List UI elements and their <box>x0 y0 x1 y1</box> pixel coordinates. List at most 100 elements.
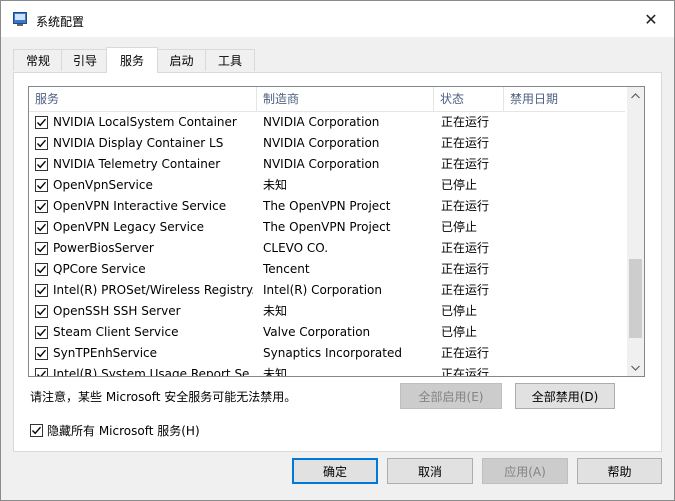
service-checkbox[interactable] <box>35 368 48 376</box>
title-bar: 系统配置 ✕ <box>1 1 674 37</box>
service-status: 正在运行 <box>441 241 490 255</box>
service-checkbox[interactable] <box>35 263 48 276</box>
hide-ms-checkbox[interactable] <box>30 423 43 437</box>
service-checkbox[interactable] <box>35 158 48 171</box>
tab-services[interactable]: 服务 <box>106 47 158 73</box>
service-row[interactable]: PowerBiosServer CLEVO CO. 正在运行 <box>29 238 625 259</box>
tab-general[interactable]: 常规 <box>13 49 63 71</box>
service-disable-date <box>510 112 620 133</box>
service-vendor: 未知 <box>263 367 288 377</box>
service-status: 正在运行 <box>441 157 490 171</box>
services-panel: 服务 制造商 状态 禁用日期 NVIDIA LocalSystem Contai… <box>13 72 662 452</box>
service-checkbox[interactable] <box>35 200 48 213</box>
service-checkbox[interactable] <box>35 347 48 360</box>
disable-all-button[interactable]: 全部禁用(D) <box>515 383 615 409</box>
service-checkbox[interactable] <box>35 284 48 297</box>
service-row[interactable]: Steam Client Service Valve Corporation 已停止 <box>29 322 625 343</box>
checkmark-icon <box>36 244 47 253</box>
service-name: NVIDIA LocalSystem Container <box>53 115 237 129</box>
service-status: 正在运行 <box>441 367 490 377</box>
column-header-status[interactable]: 状态 <box>434 87 504 111</box>
service-row[interactable]: SynTPEnhService Synaptics Incorporated 正在运… <box>29 343 625 364</box>
service-name: OpenVPN Interactive Service <box>53 199 227 213</box>
service-row[interactable]: NVIDIA Display Container LS NVIDIA Corpor… <box>29 133 625 154</box>
service-disable-date <box>510 133 620 154</box>
service-name: OpenVPN Legacy Service <box>53 220 204 234</box>
close-button[interactable]: ✕ <box>628 1 674 37</box>
service-vendor: CLEVO CO. <box>263 241 329 255</box>
checkmark-icon <box>36 349 47 358</box>
service-name: NVIDIA Telemetry Container <box>53 157 221 171</box>
hide-ms-label: 隐藏所有 Microsoft 服务(H) <box>47 423 200 438</box>
services-list[interactable]: 服务 制造商 状态 禁用日期 NVIDIA LocalSystem Contai… <box>28 86 645 377</box>
service-checkbox[interactable] <box>35 137 48 150</box>
service-disable-date <box>510 322 620 343</box>
apply-button[interactable]: 应用(A) <box>482 458 568 484</box>
service-disable-date <box>510 154 620 175</box>
checkmark-icon <box>36 370 47 376</box>
help-button[interactable]: 帮助 <box>577 458 662 484</box>
service-vendor: Valve Corporation <box>263 325 371 339</box>
service-status: 正在运行 <box>441 346 490 360</box>
service-vendor: Tencent <box>263 262 310 276</box>
checkmark-icon <box>36 328 47 337</box>
service-status: 正在运行 <box>441 199 490 213</box>
chevron-up-icon[interactable] <box>627 87 644 104</box>
service-name: PowerBiosServer <box>53 241 154 255</box>
service-checkbox[interactable] <box>35 305 48 318</box>
service-checkbox[interactable] <box>35 116 48 129</box>
service-row[interactable]: OpenVPN Legacy Service The OpenVPN Projec… <box>29 217 625 238</box>
checkmark-icon <box>36 202 47 211</box>
checkmark-icon <box>36 118 47 127</box>
service-name: OpenVpnService <box>53 178 153 192</box>
service-row[interactable]: OpenVpnService 未知 已停止 <box>29 175 625 196</box>
service-disable-date <box>510 259 620 280</box>
column-header-service[interactable]: 服务 <box>29 87 257 111</box>
service-checkbox[interactable] <box>35 242 48 255</box>
service-name: SynTPEnhService <box>53 346 158 360</box>
service-vendor: NVIDIA Corporation <box>263 136 380 150</box>
service-status: 已停止 <box>441 220 478 234</box>
service-vendor: NVIDIA Corporation <box>263 115 380 129</box>
column-header-vendor[interactable]: 制造商 <box>257 87 434 111</box>
service-row[interactable]: QPCore Service Tencent 正在运行 <box>29 259 625 280</box>
service-vendor: The OpenVPN Project <box>263 220 391 234</box>
checkmark-icon <box>36 307 47 316</box>
service-status: 正在运行 <box>441 262 490 276</box>
chevron-down-icon[interactable] <box>627 359 644 376</box>
checkmark-icon <box>36 181 47 190</box>
service-status: 已停止 <box>441 304 478 318</box>
tab-tools[interactable]: 工具 <box>205 49 255 71</box>
service-vendor: Intel(R) Corporation <box>263 283 382 297</box>
service-disable-date <box>510 301 620 322</box>
service-row[interactable]: Intel(R) System Usage Report Se... 未知 正在运行 <box>29 364 625 377</box>
service-row[interactable]: Intel(R) PROSet/Wireless Registry... Inte… <box>29 280 625 301</box>
service-row[interactable]: OpenVPN Interactive Service The OpenVPN P… <box>29 196 625 217</box>
hide-ms-services[interactable]: 隐藏所有 Microsoft 服务(H) <box>30 422 200 438</box>
service-checkbox[interactable] <box>35 179 48 192</box>
enable-all-button[interactable]: 全部启用(E) <box>400 383 502 409</box>
service-name: Intel(R) System Usage Report Se... <box>53 367 253 377</box>
vertical-scrollbar[interactable] <box>627 87 644 376</box>
service-status: 正在运行 <box>441 115 490 129</box>
service-row[interactable]: NVIDIA LocalSystem Container NVIDIA Corpo… <box>29 112 625 133</box>
checkmark-icon <box>36 139 47 148</box>
close-icon: ✕ <box>644 9 658 29</box>
service-vendor: 未知 <box>263 178 288 192</box>
service-disable-date <box>510 238 620 259</box>
service-vendor: 未知 <box>263 304 288 318</box>
ok-button[interactable]: 确定 <box>292 458 378 484</box>
column-header-disable-date[interactable]: 禁用日期 <box>504 87 625 111</box>
service-row[interactable]: NVIDIA Telemetry Container NVIDIA Corpora… <box>29 154 625 175</box>
tab-boot[interactable]: 引导 <box>61 49 109 71</box>
scrollbar-thumb[interactable] <box>629 259 642 338</box>
system-config-icon <box>13 12 27 26</box>
tab-startup[interactable]: 启动 <box>156 49 207 71</box>
service-checkbox[interactable] <box>35 221 48 234</box>
checkmark-icon <box>36 265 47 274</box>
cancel-button[interactable]: 取消 <box>387 458 473 484</box>
service-checkbox[interactable] <box>35 326 48 339</box>
service-status: 正在运行 <box>441 136 490 150</box>
service-name: QPCore Service <box>53 262 146 276</box>
service-row[interactable]: OpenSSH SSH Server 未知 已停止 <box>29 301 625 322</box>
